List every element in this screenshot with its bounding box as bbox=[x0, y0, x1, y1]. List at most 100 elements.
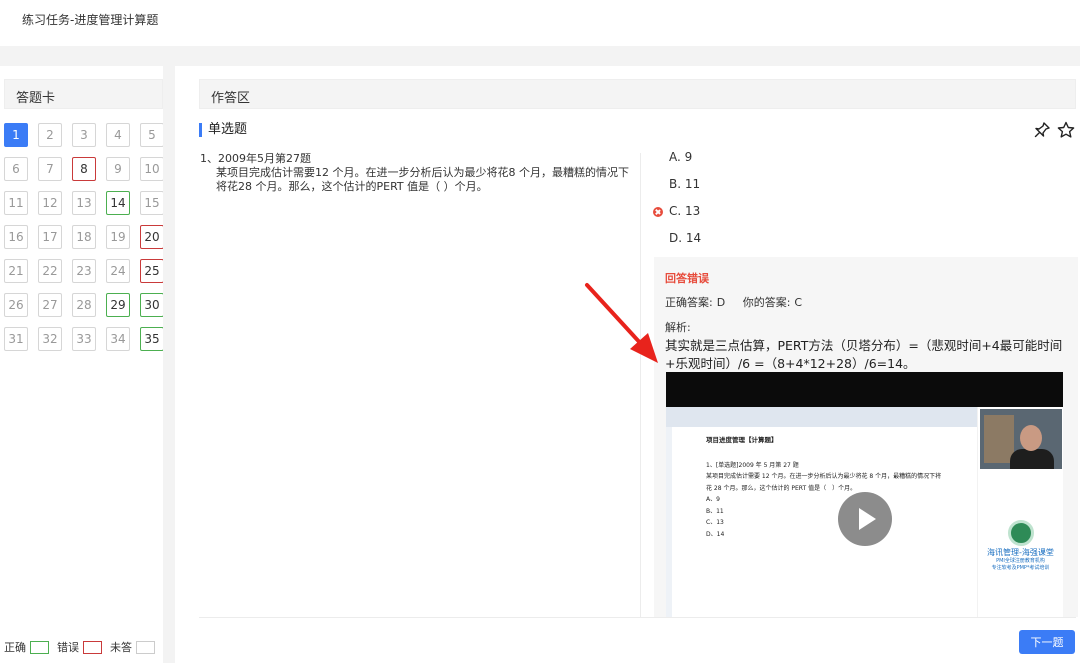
legend-correct-label: 正确 bbox=[4, 641, 26, 654]
question-number-30[interactable]: 30 bbox=[140, 293, 164, 317]
question-number-24[interactable]: 24 bbox=[106, 259, 130, 283]
question-number-17[interactable]: 17 bbox=[38, 225, 62, 249]
video-document-frame: 项目进度管理【计算题】 1、[单选题]2009 年 5 月第 27 题 某项目完… bbox=[666, 407, 977, 617]
status-legend: 正确 错误 未答 bbox=[4, 639, 163, 655]
video-doc-toolbar bbox=[666, 407, 977, 427]
question-number-8[interactable]: 8 bbox=[72, 157, 96, 181]
brand-name: 海讯管理-海强课堂 bbox=[987, 548, 1054, 557]
brand-logo-icon bbox=[1008, 520, 1034, 546]
video-doc-option: D、14 bbox=[706, 530, 725, 538]
question-number-34[interactable]: 34 bbox=[106, 327, 130, 351]
question-number-28[interactable]: 28 bbox=[72, 293, 96, 317]
question-number-27[interactable]: 27 bbox=[38, 293, 62, 317]
question-number-21[interactable]: 21 bbox=[4, 259, 28, 283]
pin-icon[interactable] bbox=[1032, 120, 1052, 140]
video-doc-option: A、9 bbox=[706, 496, 720, 503]
analysis-explanation: 其实就是三点估算，PERT方法（贝塔分布）=（悲观时间+4最可能时间+乐观时间）… bbox=[665, 338, 1063, 371]
video-doc-title: 项目进度管理【计算题】 bbox=[706, 436, 778, 444]
video-doc-body-1: 某项目完成估计需要 12 个月。在进一步分析后认为最少将花 8 个月，最糟糕的情… bbox=[706, 473, 942, 480]
option-d[interactable]: D. 14 bbox=[669, 231, 701, 245]
your-answer-label: 你的答案: bbox=[742, 296, 791, 309]
answer-area-panel: 作答区 单选题 1、2009年5月第27题 某项目完成估计需要12 个月。在进一… bbox=[187, 66, 1080, 663]
answer-card-header: 答题卡 bbox=[4, 79, 163, 109]
question-number-2[interactable]: 2 bbox=[38, 123, 62, 147]
question-number-33[interactable]: 33 bbox=[72, 327, 96, 351]
question-number-14[interactable]: 14 bbox=[106, 191, 130, 215]
video-doc-question: 1、[单选题]2009 年 5 月第 27 题 bbox=[706, 461, 799, 469]
answer-card-panel: 答题卡 1 2 3 4 5 6 7 8 9 10 11 12 13 14 15 16 17 18 19 20 21 22 2… bbox=[0, 66, 175, 663]
correct-answer-value: D bbox=[716, 296, 726, 309]
video-doc-ruler bbox=[666, 427, 672, 617]
legend-correct-swatch bbox=[30, 640, 49, 654]
question-number-10[interactable]: 10 bbox=[140, 157, 164, 181]
page-title: 练习任务-进度管理计算题 bbox=[22, 13, 159, 27]
question-number-6[interactable]: 6 bbox=[4, 157, 28, 181]
presenter-torso bbox=[1010, 449, 1054, 469]
question-number-23[interactable]: 23 bbox=[72, 259, 96, 283]
brand-text: 海讯管理-海强课堂 PMI全球注册教育机构 专注软考及PMP*考试培训 bbox=[978, 548, 1063, 572]
question-number-1[interactable]: 1 bbox=[4, 123, 28, 147]
question-number-7[interactable]: 7 bbox=[38, 157, 62, 181]
answer-area-header: 作答区 bbox=[199, 79, 1076, 109]
question-number-4[interactable]: 4 bbox=[106, 123, 130, 147]
answer-summary: 正确答案: D 你的答案: C bbox=[665, 294, 816, 310]
video-doc-option: B、11 bbox=[706, 507, 724, 515]
question-number-15[interactable]: 15 bbox=[140, 191, 164, 215]
question-number-19[interactable]: 19 bbox=[106, 225, 130, 249]
answer-area-title: 作答区 bbox=[211, 91, 251, 106]
legend-wrong-swatch bbox=[83, 640, 102, 654]
question-number-32[interactable]: 32 bbox=[38, 327, 62, 351]
video-doc-body-2: 花 28 个月。那么，这个估计的 PERT 值是（ ）个月。 bbox=[706, 484, 857, 492]
video-doc-option: C、13 bbox=[706, 519, 724, 526]
bookshelf bbox=[984, 415, 1014, 463]
question-type: 单选题 bbox=[199, 123, 247, 137]
legend-unanswered-label: 未答 bbox=[110, 641, 132, 654]
question-number-29[interactable]: 29 bbox=[106, 293, 130, 317]
presenter-camera bbox=[980, 409, 1062, 469]
explanation-video[interactable]: 项目进度管理【计算题】 1、[单选题]2009 年 5 月第 27 题 某项目完… bbox=[666, 372, 1063, 617]
brand-sub-2: 专注软考及PMP*考试培训 bbox=[991, 565, 1050, 571]
play-icon[interactable] bbox=[838, 492, 892, 546]
question-number-22[interactable]: 22 bbox=[38, 259, 62, 283]
question-number-25[interactable]: 25 bbox=[140, 259, 164, 283]
question-number-26[interactable]: 26 bbox=[4, 293, 28, 317]
answer-card-title: 答题卡 bbox=[16, 91, 56, 106]
brand-sub-1: PMI全球注册教育机构 bbox=[996, 558, 1045, 564]
option-b[interactable]: B. 11 bbox=[669, 177, 700, 191]
your-answer-value: C bbox=[794, 296, 803, 309]
panel-separator bbox=[163, 66, 175, 663]
correct-answer-label: 正确答案: bbox=[665, 296, 713, 309]
question-number-20[interactable]: 20 bbox=[140, 225, 164, 249]
question-number-12[interactable]: 12 bbox=[38, 191, 62, 215]
footer-divider bbox=[199, 617, 1076, 618]
analysis-label: 解析: bbox=[665, 321, 691, 334]
video-doc-page: 项目进度管理【计算题】 1、[单选题]2009 年 5 月第 27 题 某项目完… bbox=[706, 435, 941, 540]
question-number-9[interactable]: 9 bbox=[106, 157, 130, 181]
option-a[interactable]: A. 9 bbox=[669, 150, 692, 164]
question-number-16[interactable]: 16 bbox=[4, 225, 28, 249]
option-c[interactable]: C. 13 bbox=[669, 204, 700, 218]
result-status: 回答错误 bbox=[665, 272, 709, 285]
question-number-18[interactable]: 18 bbox=[72, 225, 96, 249]
question-number-11[interactable]: 11 bbox=[4, 191, 28, 215]
legend-unanswered-swatch bbox=[136, 640, 155, 654]
question-body: 某项目完成估计需要12 个月。在进一步分析后认为最少将花8 个月，最糟糕的情况下… bbox=[216, 166, 629, 193]
video-side-panel: 海讯管理-海强课堂 PMI全球注册教育机构 专注软考及PMP*考试培训 bbox=[978, 407, 1063, 617]
question-number-35[interactable]: 35 bbox=[140, 327, 164, 351]
presenter-head bbox=[1020, 425, 1042, 451]
star-icon[interactable] bbox=[1056, 120, 1076, 140]
question-number-3[interactable]: 3 bbox=[72, 123, 96, 147]
x-circle-icon bbox=[653, 207, 663, 217]
question-number-31[interactable]: 31 bbox=[4, 327, 28, 351]
header-band bbox=[0, 46, 1080, 66]
video-letterbox bbox=[666, 372, 1063, 407]
legend-wrong-label: 错误 bbox=[57, 641, 79, 654]
question-header: 1、2009年5月第27题 bbox=[200, 152, 311, 165]
next-question-button[interactable]: 下一题 bbox=[1019, 630, 1075, 654]
question-text: 1、2009年5月第27题 某项目完成估计需要12 个月。在进一步分析后认为最少… bbox=[200, 152, 630, 194]
question-number-13[interactable]: 13 bbox=[72, 191, 96, 215]
column-divider bbox=[640, 153, 641, 618]
analysis-panel: 回答错误 正确答案: D 你的答案: C 解析: 其实就是三点估算，PERT方法（贝… bbox=[654, 257, 1078, 617]
top-bar: 练习任务-进度管理计算题 bbox=[0, 0, 1080, 46]
question-number-5[interactable]: 5 bbox=[140, 123, 164, 147]
